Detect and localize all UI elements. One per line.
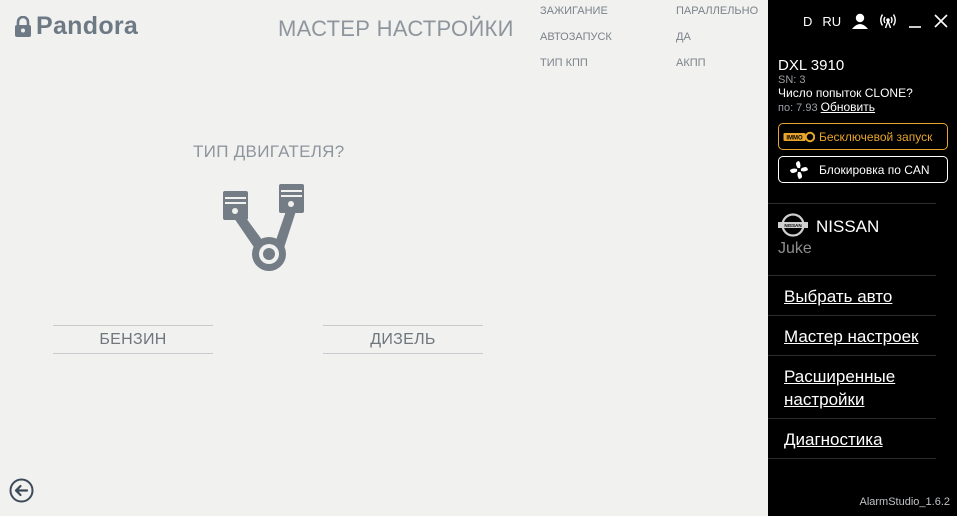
summary-value-gearbox: АКПП bbox=[676, 57, 706, 69]
engine-pistons-icon bbox=[223, 184, 304, 271]
keyless-start-label: Бесключевой запуск bbox=[819, 129, 933, 144]
menu-diagnostics[interactable]: Диагностика bbox=[784, 428, 883, 451]
divider bbox=[768, 418, 936, 419]
summary-label-autostart: АВТОЗАПУСК bbox=[540, 31, 612, 43]
summary-label-ignition: ЗАЖИГАНИЕ bbox=[540, 5, 608, 17]
summary-value-ignition: ПАРАЛЛЕЛЬНО bbox=[676, 5, 759, 17]
device-serial: SN: 3 bbox=[778, 74, 806, 86]
close-icon[interactable] bbox=[933, 13, 949, 29]
device-info: DXL 3910 SN: 3 Число попыток CLONE? по: … bbox=[778, 57, 913, 114]
divider bbox=[768, 458, 936, 459]
pandora-logo: Pandora bbox=[14, 12, 138, 41]
divider bbox=[768, 355, 936, 356]
language-selector[interactable]: RU bbox=[822, 14, 841, 29]
summary-label-gearbox: ТИП КПП bbox=[540, 57, 588, 69]
menu-advanced-settings[interactable]: Расширенные bbox=[784, 365, 895, 388]
engine-type-question: ТИП ДВИГАТЕЛЯ? bbox=[193, 142, 345, 161]
diesel-option-button[interactable]: ДИЗЕЛЬ bbox=[323, 325, 483, 354]
divider bbox=[768, 275, 936, 276]
divider bbox=[768, 315, 936, 316]
car-model: Juke bbox=[778, 240, 812, 257]
car-make: NISSAN bbox=[816, 217, 880, 236]
nissan-badge-text: NISSAN bbox=[784, 223, 802, 228]
firmware-version: по: 7.93 bbox=[778, 102, 818, 114]
petrol-option-button[interactable]: БЕНЗИН bbox=[53, 325, 213, 354]
nissan-logo-icon: NISSAN bbox=[778, 213, 808, 237]
clone-attempts-text: Число попыток CLONE? bbox=[778, 86, 913, 100]
main-panel: Pandora МАСТЕР НАСТРОЙКИ ЗАЖИГАНИЕ АВТОЗ… bbox=[0, 0, 768, 516]
device-model: DXL 3910 bbox=[778, 57, 845, 74]
back-arrow-icon[interactable] bbox=[9, 478, 34, 503]
selected-car: NISSAN NISSAN Juke bbox=[778, 213, 879, 257]
d-button[interactable]: D bbox=[803, 14, 812, 29]
immo-key-icon: IMMO bbox=[779, 130, 819, 144]
summary-value-autostart: ДА bbox=[676, 31, 691, 43]
wireless-signal-icon[interactable] bbox=[879, 13, 897, 29]
menu-advanced-settings-line2[interactable]: настройки bbox=[784, 388, 864, 411]
can-block-button[interactable]: Блокировка по CAN bbox=[778, 156, 948, 183]
page-title: МАСТЕР НАСТРОЙКИ bbox=[278, 16, 514, 41]
menu-select-car[interactable]: Выбрать авто bbox=[784, 285, 892, 308]
window-controls: D RU bbox=[803, 13, 949, 29]
brand-name: Pandora bbox=[36, 12, 139, 40]
fan-icon bbox=[779, 160, 819, 180]
svg-text:IMMO: IMMO bbox=[786, 135, 803, 141]
user-icon[interactable] bbox=[851, 13, 869, 29]
keyless-start-button[interactable]: IMMO Бесключевой запуск bbox=[778, 123, 948, 150]
update-link[interactable]: Обновить bbox=[821, 100, 875, 114]
divider bbox=[768, 203, 936, 204]
lock-icon bbox=[15, 15, 31, 37]
can-block-label: Блокировка по CAN bbox=[819, 162, 930, 177]
app-version: AlarmStudio_1.6.2 bbox=[859, 496, 951, 508]
settings-summary-values: ПАРАЛЛЕЛЬНО ДА АКПП bbox=[676, 5, 758, 83]
menu-setup-wizard[interactable]: Мастер настроек bbox=[784, 325, 918, 348]
minimize-icon[interactable] bbox=[907, 13, 923, 29]
firmware-version-row: по: 7.93 Обновить bbox=[778, 100, 913, 114]
settings-summary-labels: ЗАЖИГАНИЕ АВТОЗАПУСК ТИП КПП bbox=[540, 5, 612, 83]
